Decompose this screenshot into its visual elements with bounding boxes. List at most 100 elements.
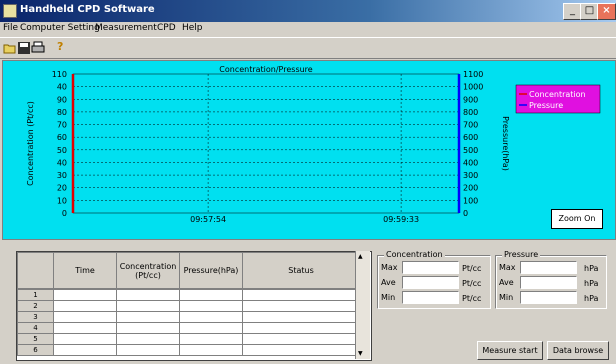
menu-help[interactable]: Help bbox=[182, 23, 203, 33]
table-cell[interactable] bbox=[53, 344, 117, 356]
menu-file[interactable]: File bbox=[3, 23, 18, 33]
grid-corner bbox=[17, 252, 54, 289]
conc-min-unit: Pt/cc bbox=[462, 294, 482, 303]
table-cell[interactable] bbox=[179, 311, 243, 323]
table-cell[interactable] bbox=[179, 344, 243, 356]
pres-max-label: Max bbox=[499, 263, 516, 272]
right-tick-label: 1000 bbox=[463, 83, 483, 92]
table-cell[interactable] bbox=[179, 300, 243, 312]
table-cell[interactable] bbox=[116, 333, 180, 345]
legend-concentration-label: Concentration bbox=[529, 90, 586, 99]
app-icon bbox=[3, 4, 17, 18]
table-row[interactable]: 4 bbox=[17, 322, 360, 334]
left-tick-label: 80 bbox=[57, 108, 67, 117]
table-row[interactable]: 1 bbox=[17, 289, 360, 301]
table-cell[interactable] bbox=[242, 300, 360, 312]
table-cell[interactable] bbox=[53, 322, 117, 334]
conc-max-field[interactable] bbox=[402, 261, 459, 274]
table-cell[interactable] bbox=[242, 344, 360, 356]
col-time[interactable]: Time bbox=[53, 252, 117, 289]
left-tick-label: 40 bbox=[57, 158, 67, 167]
right-tick-label: 300 bbox=[463, 171, 478, 180]
table-cell[interactable] bbox=[116, 344, 180, 356]
table-cell[interactable] bbox=[53, 289, 117, 301]
help-icon[interactable]: ? bbox=[57, 40, 71, 54]
table-row[interactable]: 3 bbox=[17, 311, 360, 323]
left-tick-label: 20 bbox=[57, 184, 67, 193]
scroll-up-icon[interactable]: ▲ bbox=[358, 253, 363, 260]
pressure-group: Pressure Max hPa Ave hPa Min hPa bbox=[495, 250, 607, 309]
table-row[interactable]: 6 bbox=[17, 344, 360, 356]
right-tick-label: 200 bbox=[463, 184, 478, 193]
menu-measurement[interactable]: Measurement bbox=[95, 23, 157, 33]
row-number: 2 bbox=[17, 300, 54, 312]
conc-ave-label: Ave bbox=[381, 278, 396, 287]
left-tick-label: 50 bbox=[57, 146, 67, 155]
table-cell[interactable] bbox=[53, 311, 117, 323]
table-cell[interactable] bbox=[179, 322, 243, 334]
data-browse-button[interactable]: Data browse bbox=[547, 341, 609, 360]
pres-max-unit: hPa bbox=[584, 264, 599, 273]
pres-min-field[interactable] bbox=[520, 291, 577, 304]
measure-start-button[interactable]: Measure start bbox=[477, 341, 543, 360]
conc-min-field[interactable] bbox=[402, 291, 459, 304]
table-row[interactable]: 5 bbox=[17, 333, 360, 345]
menu-cpd[interactable]: CPD bbox=[157, 23, 176, 33]
conc-max-unit: Pt/cc bbox=[462, 264, 482, 273]
scroll-down-icon[interactable]: ▼ bbox=[358, 350, 363, 357]
table-cell[interactable] bbox=[179, 333, 243, 345]
table-cell[interactable] bbox=[242, 333, 360, 345]
close-button[interactable]: × bbox=[597, 3, 616, 20]
print-icon[interactable] bbox=[31, 41, 45, 55]
table-cell[interactable] bbox=[53, 300, 117, 312]
col-status[interactable]: Status bbox=[242, 252, 360, 289]
left-tick-label: 0 bbox=[62, 209, 67, 218]
grid-scrollbar[interactable]: ▲ ▼ bbox=[355, 251, 370, 359]
table-cell[interactable] bbox=[116, 311, 180, 323]
table-cell[interactable] bbox=[116, 289, 180, 301]
col-concentration[interactable]: Concentration (Pt/cc) bbox=[116, 252, 180, 289]
table-cell[interactable] bbox=[116, 322, 180, 334]
data-grid: Time Concentration (Pt/cc) Pressure(hPa)… bbox=[16, 251, 372, 361]
left-tick-label: 90 bbox=[57, 95, 67, 104]
conc-ave-field[interactable] bbox=[402, 276, 459, 289]
right-tick-label: 100 bbox=[463, 196, 478, 205]
concentration-group-title: Concentration bbox=[384, 250, 445, 259]
chart-title: Concentration/Pressure bbox=[219, 65, 313, 74]
x-tick-label: 09:59:33 bbox=[383, 215, 419, 224]
row-number: 3 bbox=[17, 311, 54, 323]
table-cell[interactable] bbox=[242, 322, 360, 334]
chart: Concentration/Pressure110 110040 100090 900… bbox=[26, 65, 601, 224]
right-tick-label: 0 bbox=[463, 209, 468, 218]
window-title: Handheld CPD Software bbox=[20, 4, 155, 15]
pres-min-unit: hPa bbox=[584, 294, 599, 303]
pressure-group-title: Pressure bbox=[502, 250, 541, 259]
col-pressure[interactable]: Pressure(hPa) bbox=[179, 252, 243, 289]
row-number: 1 bbox=[17, 289, 54, 301]
title-bar: Handheld CPD Software _ □ × bbox=[0, 0, 616, 22]
open-icon[interactable] bbox=[3, 41, 17, 55]
left-axis-label: Concentration (Pt/cc) bbox=[26, 101, 35, 186]
table-cell[interactable] bbox=[53, 333, 117, 345]
menu-bar: File Computer Setting Measurement CPD He… bbox=[0, 22, 616, 37]
left-tick-label: 10 bbox=[57, 196, 67, 205]
toolbar: ? bbox=[0, 37, 616, 59]
conc-min-label: Min bbox=[381, 293, 396, 302]
table-cell[interactable] bbox=[242, 289, 360, 301]
table-cell[interactable] bbox=[242, 311, 360, 323]
menu-computer-setting[interactable]: Computer Setting bbox=[20, 23, 100, 33]
left-tick-label: 40 bbox=[57, 83, 67, 92]
table-cell[interactable] bbox=[179, 289, 243, 301]
right-tick-label: 400 bbox=[463, 158, 478, 167]
concentration-group: Concentration Max Pt/cc Ave Pt/cc Min Pt… bbox=[377, 250, 491, 309]
pres-ave-label: Ave bbox=[499, 278, 514, 287]
left-tick-label: 110 bbox=[52, 70, 67, 79]
right-tick-label: 700 bbox=[463, 121, 478, 130]
pres-ave-field[interactable] bbox=[520, 276, 577, 289]
zoom-on-button[interactable]: Zoom On bbox=[551, 209, 603, 229]
pres-min-label: Min bbox=[499, 293, 514, 302]
table-row[interactable]: 2 bbox=[17, 300, 360, 312]
table-cell[interactable] bbox=[116, 300, 180, 312]
pres-max-field[interactable] bbox=[520, 261, 577, 274]
save-icon[interactable] bbox=[17, 41, 31, 55]
